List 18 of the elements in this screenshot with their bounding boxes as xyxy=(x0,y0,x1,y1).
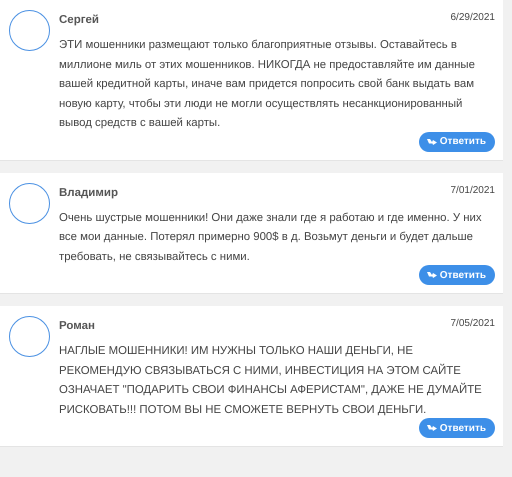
comment-text: НАГЛЫЕ МОШЕННИКИ! ИМ НУЖНЫ ТОЛЬКО НАШИ ДЕНЬГИ, НЕ РЕКОМЕНДУЮ СВЯЗЫВАТЬСЯ С НИМИ, ИНВЕСТИЦИЯ НА ЭТОМ САЙТЕ ОЗНАЧАЕТ "ПОДАРИТЬ СВОИ ФИНАНСЫ АФЕРИСТАМ", ДАЖЕ НЕ ДУМАЙТЕ РИСКОВАТЬ!!! ПОТОМ ВЫ НЕ СМОЖЕТЕ ВЕРНУТЬ СВОИ ДЕНЬГИ. xyxy=(59,344,483,418)
reply-button[interactable]: Ответить xyxy=(418,132,495,152)
reply-button[interactable]: Ответить xyxy=(418,265,495,285)
comment-date: 6/29/2021 xyxy=(450,12,495,23)
reply-button[interactable]: Ответить xyxy=(418,418,495,438)
avatar xyxy=(9,10,50,51)
comment-author: Роман xyxy=(59,320,95,332)
reply-arrow-icon xyxy=(426,424,437,432)
reply-arrow-icon xyxy=(426,271,437,279)
avatar xyxy=(9,316,50,357)
comment-author: Сергей xyxy=(59,14,99,26)
comment-date: 7/05/2021 xyxy=(450,318,495,329)
comment-author: Владимир xyxy=(59,186,118,198)
avatar xyxy=(9,182,50,224)
reply-arrow-icon xyxy=(426,138,437,146)
comment-text: Очень шустрые мошенники! Они даже знали где я работаю и где именно. У них все мои данные. Потерял примерно 900$ в д. Возьмут деньги и будет дальше требовать, не связывайтесь с ними. xyxy=(59,210,483,264)
comment-date: 7/01/2021 xyxy=(450,184,495,196)
comment-text: ЭТИ мошенники размещают только благоприятные отзывы. Оставайтесь в миллионе миль от этих мошенников. НИКОГДА не предоставляйте им данные вашей кредитной карты, иначе вам придется попросить свой банк выдать вам новую карту, чтобы эти люди не могли осуществлять несанкционированный вывод средств с вашей карты. xyxy=(59,38,476,131)
